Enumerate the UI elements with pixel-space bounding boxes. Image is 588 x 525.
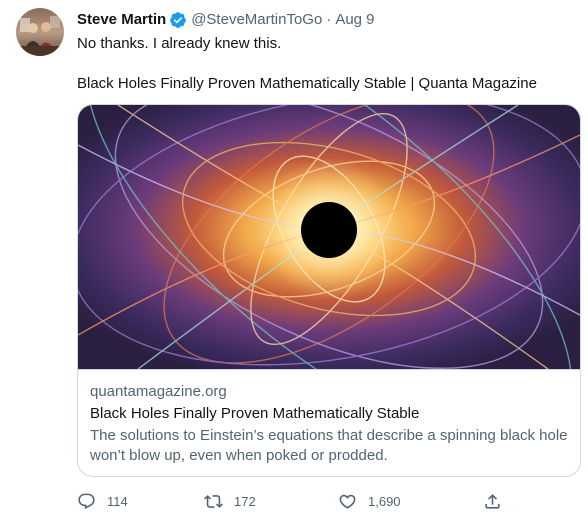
reply-count: 114 xyxy=(107,493,128,509)
avatar[interactable] xyxy=(16,8,64,56)
share-icon xyxy=(483,492,502,511)
tweet-text-line: Black Holes Finally Proven Mathematicall… xyxy=(77,75,537,92)
retweet-icon xyxy=(204,492,223,511)
handle[interactable]: @SteveMartinToGo xyxy=(191,10,322,30)
card-image[interactable] xyxy=(78,105,580,369)
retweet-button[interactable]: 172 xyxy=(204,486,256,516)
tweet-text: No thanks. I already knew this. Black Ho… xyxy=(77,34,577,94)
tweet-header: Steve Martin @SteveMartinToGo · Aug 9 xyxy=(77,10,375,30)
like-button[interactable]: 1,690 xyxy=(338,486,401,516)
tweet-actions: 114 172 1,690 xyxy=(0,486,588,516)
retweet-count: 172 xyxy=(234,493,256,509)
card-info[interactable]: quantamagazine.org Black Holes Finally P… xyxy=(78,369,580,476)
like-count: 1,690 xyxy=(368,493,401,509)
card-title: Black Holes Finally Proven Mathematicall… xyxy=(90,405,420,422)
display-name[interactable]: Steve Martin xyxy=(77,10,166,30)
verified-badge-icon xyxy=(169,11,187,29)
tweet-text-line: No thanks. I already knew this. xyxy=(77,35,282,52)
reply-button[interactable]: 114 xyxy=(77,486,128,516)
tweet[interactable]: Steve Martin @SteveMartinToGo · Aug 9 No… xyxy=(0,0,588,525)
black-hole-shape xyxy=(301,202,357,258)
link-card[interactable]: quantamagazine.org Black Holes Finally P… xyxy=(77,104,581,477)
tweet-date[interactable]: Aug 9 xyxy=(335,10,374,30)
card-description: The solutions to Einstein’s equations th… xyxy=(90,427,568,464)
like-icon xyxy=(338,492,357,511)
separator: · xyxy=(326,11,332,28)
reply-icon xyxy=(77,492,96,511)
share-button[interactable] xyxy=(483,486,502,516)
card-domain: quantamagazine.org xyxy=(90,383,227,400)
